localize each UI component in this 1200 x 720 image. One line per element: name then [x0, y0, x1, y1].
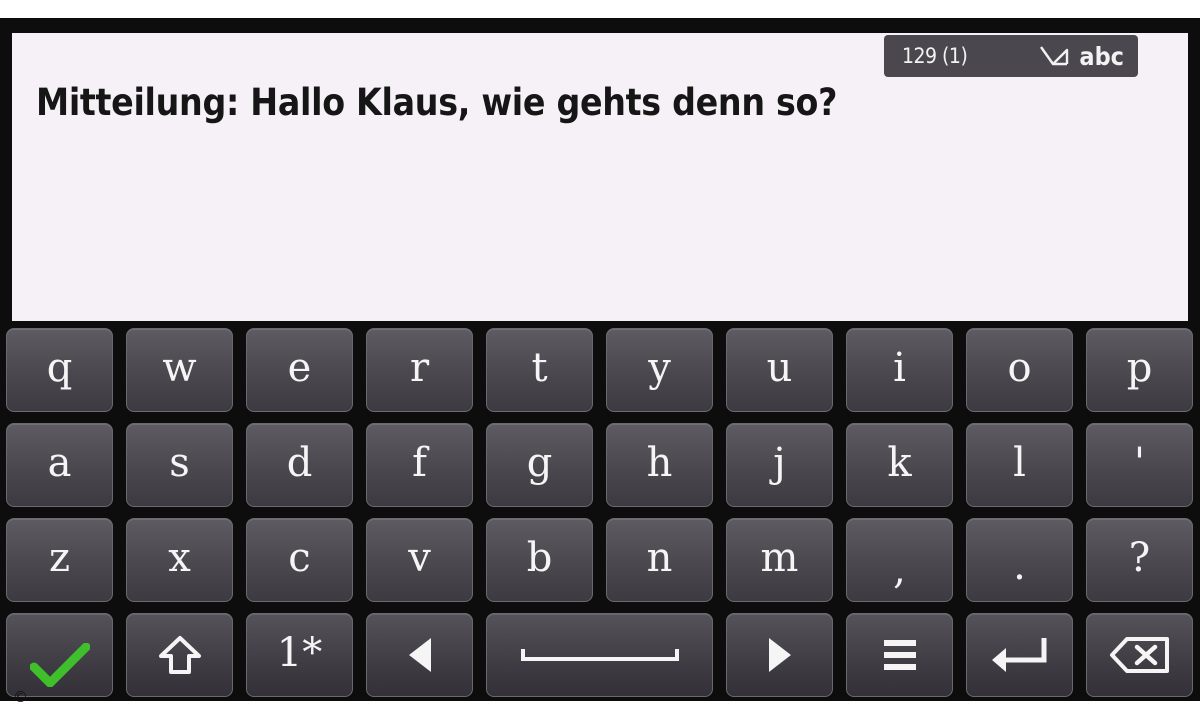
key-label: v — [408, 535, 431, 581]
cursor-left-button[interactable] — [366, 613, 473, 697]
key-label: z — [48, 535, 71, 581]
options-menu-button[interactable] — [846, 613, 953, 697]
key-label: t — [531, 345, 548, 391]
key-label: ? — [1128, 535, 1151, 581]
symbols-button[interactable]: 1* — [246, 613, 353, 697]
key-label: ' — [1134, 440, 1145, 486]
pen-icon — [1040, 46, 1069, 66]
key-period[interactable]: . — [966, 518, 1073, 602]
checkmark-icon — [29, 643, 90, 687]
key-label: j — [773, 440, 786, 486]
key-n[interactable]: n — [606, 518, 713, 602]
key-i[interactable]: i — [846, 328, 953, 412]
key-label: . — [1013, 543, 1026, 589]
key-label: c — [288, 535, 311, 581]
key-p[interactable]: p — [1086, 328, 1193, 412]
message-text-area[interactable]: 129 (1) abc Mitteilung: Hallo Klaus, wie… — [12, 33, 1188, 321]
confirm-button[interactable] — [6, 613, 113, 697]
key-label: l — [1013, 440, 1026, 486]
key-label: m — [760, 535, 799, 581]
key-q[interactable]: q — [6, 328, 113, 412]
key-label: k — [887, 440, 912, 486]
key-label: b — [526, 535, 553, 581]
copyright-mark: © — [13, 688, 28, 706]
key-h[interactable]: h — [606, 423, 713, 507]
shift-button[interactable] — [126, 613, 233, 697]
key-d[interactable]: d — [246, 423, 353, 507]
key-label: p — [1126, 345, 1153, 391]
key-label: d — [286, 440, 313, 486]
key-k[interactable]: k — [846, 423, 953, 507]
shift-icon — [158, 636, 201, 674]
key-label: x — [168, 535, 191, 581]
key-label: g — [526, 440, 553, 486]
key-z[interactable]: z — [6, 518, 113, 602]
key-r[interactable]: r — [366, 328, 473, 412]
menu-icon — [883, 640, 916, 670]
phone-screen: 129 (1) abc Mitteilung: Hallo Klaus, wie… — [0, 18, 1200, 701]
key-label: w — [162, 345, 197, 391]
space-icon — [520, 649, 679, 661]
key-s[interactable]: s — [126, 423, 233, 507]
symbols-label: 1* — [276, 630, 323, 676]
key-o[interactable]: o — [966, 328, 1073, 412]
key-question-mark[interactable]: ? — [1086, 518, 1193, 602]
key-label: n — [646, 535, 673, 581]
key-g[interactable]: g — [486, 423, 593, 507]
key-label: r — [409, 345, 430, 391]
key-u[interactable]: u — [726, 328, 833, 412]
arrow-left-icon — [408, 638, 431, 672]
key-label: h — [646, 440, 673, 486]
virtual-keyboard: q w e r t y u i o p a s d f g h j k l ' … — [6, 328, 1194, 698]
key-label: y — [648, 345, 671, 391]
key-j[interactable]: j — [726, 423, 833, 507]
key-label: , — [893, 547, 906, 593]
key-label: a — [47, 440, 72, 486]
key-t[interactable]: t — [486, 328, 593, 412]
key-e[interactable]: e — [246, 328, 353, 412]
cursor-right-button[interactable] — [726, 613, 833, 697]
key-label: f — [412, 440, 427, 486]
key-label: u — [766, 345, 793, 391]
backspace-icon — [1109, 637, 1169, 673]
key-l[interactable]: l — [966, 423, 1073, 507]
input-mode-indicator[interactable]: abc — [1039, 42, 1124, 71]
arrow-right-icon — [768, 638, 791, 672]
key-label: i — [893, 345, 906, 391]
space-bar[interactable] — [486, 613, 713, 697]
enter-button[interactable] — [966, 613, 1073, 697]
key-a[interactable]: a — [6, 423, 113, 507]
key-f[interactable]: f — [366, 423, 473, 507]
key-label: q — [46, 345, 73, 391]
key-label: s — [169, 440, 190, 486]
key-label: o — [1007, 345, 1032, 391]
input-status-bar: 129 (1) abc — [884, 35, 1138, 77]
key-b[interactable]: b — [486, 518, 593, 602]
key-c[interactable]: c — [246, 518, 353, 602]
backspace-button[interactable] — [1086, 613, 1193, 697]
key-y[interactable]: y — [606, 328, 713, 412]
key-label: e — [287, 345, 312, 391]
key-apostrophe[interactable]: ' — [1086, 423, 1193, 507]
message-text: Mitteilung: Hallo Klaus, wie gehts denn … — [36, 81, 838, 124]
enter-icon — [991, 638, 1046, 672]
key-w[interactable]: w — [126, 328, 233, 412]
input-mode-label: abc — [1079, 41, 1124, 71]
character-counter: 129 (1) — [902, 44, 968, 68]
key-x[interactable]: x — [126, 518, 233, 602]
key-v[interactable]: v — [366, 518, 473, 602]
key-m[interactable]: m — [726, 518, 833, 602]
key-comma[interactable]: , — [846, 518, 953, 602]
